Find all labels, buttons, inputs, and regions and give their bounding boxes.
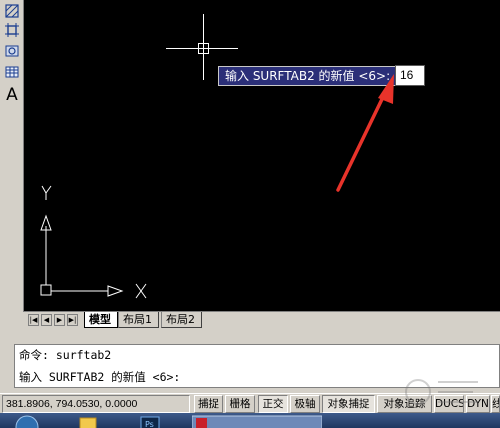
last-tab-button[interactable]: ▶| bbox=[67, 314, 78, 326]
coordinate-readout: 381.8906, 794.0530, 0.0000 bbox=[2, 395, 190, 413]
ucs-icon bbox=[40, 185, 147, 299]
left-toolbar: A bbox=[0, 0, 24, 312]
hatch-icon[interactable] bbox=[3, 2, 21, 20]
layout-tab-bar: |◀ ◀ ▶ ▶| 模型 布局1 布局2 bbox=[24, 311, 500, 328]
photoshop-icon[interactable]: Ps bbox=[136, 414, 164, 428]
next-tab-button[interactable]: ▶ bbox=[54, 314, 65, 326]
explorer-icon[interactable] bbox=[74, 414, 102, 428]
command-prompt-line[interactable]: 输入 SURFTAB2 的新值 <6>: bbox=[19, 369, 180, 385]
svg-text:Ps: Ps bbox=[145, 420, 154, 428]
snap-button[interactable]: 捕捉 bbox=[194, 395, 223, 413]
tab-layout1[interactable]: 布局1 bbox=[118, 312, 159, 328]
osnap-button[interactable]: 对象捕捉 bbox=[322, 395, 375, 413]
text-icon[interactable]: A bbox=[3, 85, 21, 105]
table-icon[interactable] bbox=[3, 63, 21, 81]
grid-button[interactable]: 栅格 bbox=[225, 395, 255, 413]
polar-button[interactable]: 极轴 bbox=[290, 395, 320, 413]
tab-layout2[interactable]: 布局2 bbox=[161, 312, 202, 328]
drawing-canvas[interactable]: 输入 SURFTAB2 的新值 <6>: 16 Y X bbox=[24, 0, 500, 311]
red-arrow-annotation bbox=[336, 74, 394, 192]
ortho-button[interactable]: 正交 bbox=[258, 395, 288, 413]
first-tab-button[interactable]: |◀ bbox=[28, 314, 39, 326]
command-history-line: 命令: surftab2 bbox=[19, 348, 112, 362]
autocad-task-icon[interactable] bbox=[191, 414, 323, 428]
windows-taskbar: Ps bbox=[0, 413, 500, 428]
prev-tab-button[interactable]: ◀ bbox=[41, 314, 52, 326]
region-icon[interactable] bbox=[3, 21, 21, 39]
lwt-button[interactable]: 线 bbox=[491, 395, 500, 413]
ucs-overlay: Y X bbox=[40, 74, 394, 299]
tab-model[interactable]: 模型 bbox=[84, 312, 118, 328]
boundary-icon[interactable] bbox=[3, 42, 21, 60]
start-button-icon[interactable] bbox=[10, 414, 44, 428]
text-tool-label: A bbox=[6, 85, 18, 105]
watermark-logo bbox=[405, 379, 478, 405]
